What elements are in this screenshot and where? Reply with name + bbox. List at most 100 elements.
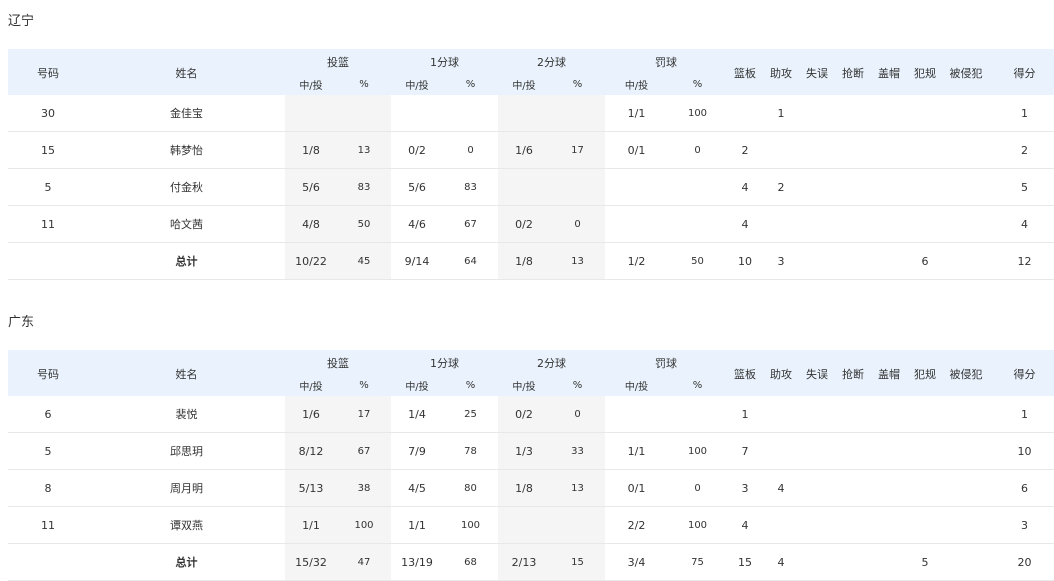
cell-fg-pct: 38 (337, 469, 391, 507)
player-row: 8 周月明 5/13 38 4/5 80 1/8 13 0/1 0 3 4 6 (8, 469, 1054, 507)
cell-fouls: 5 (907, 543, 943, 581)
cell-turnovers (799, 506, 835, 544)
cell-2pt-made-att: 0/2 (498, 396, 550, 433)
cell-fouls (907, 469, 943, 507)
header-fouled: 被侵犯 (943, 350, 989, 396)
cell-rebounds: 2 (727, 131, 763, 169)
team-title: 辽宁 (8, 14, 35, 29)
cell-2pt-made-att: 2/13 (498, 543, 550, 581)
cell-1pt-pct: 68 (443, 543, 498, 581)
player-row: 11 哈文茜 4/8 50 4/6 67 0/2 0 4 4 (8, 205, 1054, 243)
cell-ft-pct: 0 (668, 469, 727, 507)
cell-fg-made-att: 8/12 (285, 432, 337, 470)
header-name: 姓名 (88, 49, 285, 95)
cell-fg-made-att: 15/32 (285, 543, 337, 581)
cell-steals (835, 506, 871, 544)
cell-fouled (943, 168, 989, 206)
cell-fouled (943, 543, 989, 581)
cell-ft-pct: 75 (668, 543, 727, 581)
cell-blocks (871, 506, 907, 544)
cell-points: 1 (989, 95, 1054, 132)
cell-ft-made-att: 3/4 (605, 543, 668, 581)
total-label: 总计 (88, 543, 285, 581)
cell-fouled (943, 95, 989, 132)
player-name: 谭双燕 (88, 506, 285, 544)
cell-blocks (871, 205, 907, 243)
cell-2pt-pct: 17 (550, 131, 605, 169)
cell-fouls (907, 205, 943, 243)
cell-turnovers (799, 396, 835, 433)
cell-fg-made-att: 10/22 (285, 242, 337, 280)
player-row: 30 金佳宝 1/1 100 1 1 (8, 95, 1054, 132)
cell-fg-made-att: 5/6 (285, 168, 337, 206)
cell-blocks (871, 131, 907, 169)
header-points: 得分 (989, 49, 1054, 95)
cell-1pt-made-att: 13/19 (391, 543, 443, 581)
header-1pt: 1分球 (391, 350, 498, 374)
header-1pt: 1分球 (391, 49, 498, 73)
cell-turnovers (799, 469, 835, 507)
player-name: 裴悦 (88, 396, 285, 433)
cell-1pt-pct: 78 (443, 432, 498, 470)
cell-rebounds: 7 (727, 432, 763, 470)
cell-1pt-pct: 80 (443, 469, 498, 507)
cell-1pt-made-att: 4/5 (391, 469, 443, 507)
header-fg-pct: % (337, 73, 391, 95)
cell-rebounds: 15 (727, 543, 763, 581)
cell-assists (763, 205, 799, 243)
header-steals: 抢断 (835, 350, 871, 396)
cell-blocks (871, 95, 907, 132)
cell-ft-pct (668, 168, 727, 206)
table-body: 6 裴悦 1/6 17 1/4 25 0/2 0 1 1 5 邱思玥 8/12 67 7/9 78 1/3 33 1… (8, 396, 1054, 581)
header-fg-made-att: 中/投 (285, 374, 337, 396)
cell-1pt-pct: 67 (443, 205, 498, 243)
cell-fg-pct: 100 (337, 506, 391, 544)
player-name: 付金秋 (88, 168, 285, 206)
header-fg-pct: % (337, 374, 391, 396)
player-number: 11 (8, 205, 88, 243)
player-row: 5 付金秋 5/6 83 5/6 83 4 2 5 (8, 168, 1054, 206)
player-name: 金佳宝 (88, 95, 285, 132)
cell-fg-pct: 13 (337, 131, 391, 169)
cell-assists: 2 (763, 168, 799, 206)
player-number (8, 242, 88, 280)
cell-2pt-pct: 33 (550, 432, 605, 470)
cell-fouled (943, 396, 989, 433)
header-1pt-pct: % (443, 374, 498, 396)
cell-2pt-pct: 13 (550, 469, 605, 507)
team-title: 广东 (8, 315, 35, 330)
header-fg: 投篮 (285, 49, 391, 73)
cell-blocks (871, 469, 907, 507)
cell-fouled (943, 131, 989, 169)
player-number: 15 (8, 131, 88, 169)
cell-fg-pct: 83 (337, 168, 391, 206)
header-assists: 助攻 (763, 350, 799, 396)
cell-ft-pct: 0 (668, 131, 727, 169)
player-row: 6 裴悦 1/6 17 1/4 25 0/2 0 1 1 (8, 396, 1054, 433)
header-fg-made-att: 中/投 (285, 73, 337, 95)
cell-1pt-made-att: 5/6 (391, 168, 443, 206)
cell-2pt-made-att (498, 506, 550, 544)
cell-assists (763, 432, 799, 470)
cell-rebounds (727, 95, 763, 132)
cell-turnovers (799, 242, 835, 280)
cell-fouled (943, 506, 989, 544)
header-turnovers: 失误 (799, 350, 835, 396)
cell-fouls: 6 (907, 242, 943, 280)
cell-1pt-pct: 100 (443, 506, 498, 544)
cell-fouls (907, 95, 943, 132)
player-number: 11 (8, 506, 88, 544)
cell-2pt-pct (550, 95, 605, 132)
cell-fg-made-att: 1/1 (285, 506, 337, 544)
cell-points: 2 (989, 131, 1054, 169)
header-name: 姓名 (88, 350, 285, 396)
cell-steals (835, 242, 871, 280)
cell-fouls (907, 131, 943, 169)
cell-1pt-made-att: 9/14 (391, 242, 443, 280)
cell-2pt-pct (550, 506, 605, 544)
header-fouls: 犯规 (907, 49, 943, 95)
cell-steals (835, 432, 871, 470)
cell-ft-pct (668, 205, 727, 243)
cell-steals (835, 396, 871, 433)
header-blocks: 盖帽 (871, 49, 907, 95)
